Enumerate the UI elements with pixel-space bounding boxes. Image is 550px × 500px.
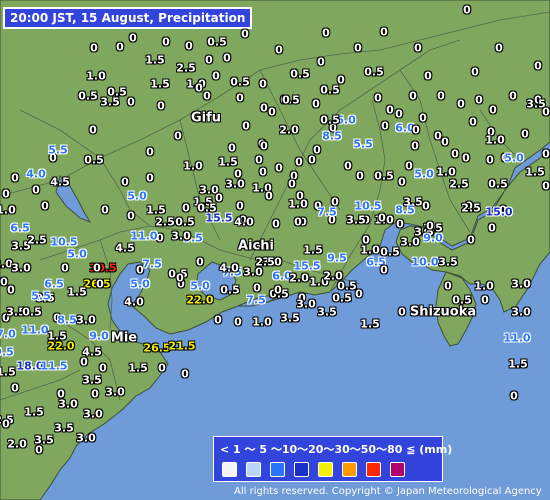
weather-map: 20:00 JST, 15 August, Precipitation 0000… [0,0,550,500]
city-label-aichi: Aichi [238,238,274,254]
legend-scale-text: < 1 ～ 5 ～10～20～30～50～80 ≦ (mm) [220,443,453,456]
city-label-mie: Mie [110,330,138,346]
map-title: 20:00 JST, 15 August, Precipitation [3,7,253,29]
city-label-shizuoka: Shizuoka [409,304,477,320]
map-canvas [0,0,550,500]
legend-swatch [390,462,405,477]
legend-swatch [270,462,285,477]
legend-swatch [246,462,261,477]
copyright-notice: All rights reserved. Copyright © Japan M… [234,486,542,497]
legend-swatch [294,462,309,477]
legend-swatch [222,462,237,477]
city-label-gifu: Gifu [190,110,222,126]
legend-swatch [366,462,381,477]
legend-swatch [318,462,333,477]
precipitation-legend: < 1 ～ 5 ～10～20～30～50～80 ≦ (mm) [213,436,452,482]
legend-swatch [342,462,357,477]
